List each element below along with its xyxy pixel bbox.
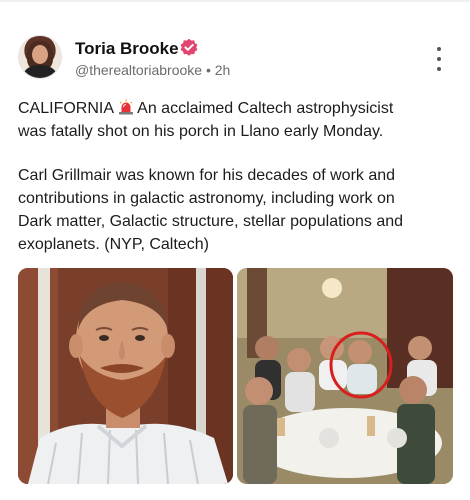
group-dinner-photo[interactable] bbox=[237, 268, 453, 484]
text-segment: An acclaimed Caltech astrophysicist bbox=[137, 100, 394, 117]
post-text-paragraph-1: CALIFORNIA An acclaimed Caltech astrophy… bbox=[18, 97, 458, 143]
portrait-photo[interactable] bbox=[18, 268, 233, 484]
author-name[interactable]: Toria Brooke bbox=[75, 39, 179, 59]
text-line: contributions in galactic astronomy, inc… bbox=[18, 190, 395, 207]
post-meta: @therealtoriabrooke • 2h bbox=[75, 62, 230, 78]
more-options-icon[interactable] bbox=[429, 47, 449, 71]
post-time: 2h bbox=[214, 62, 231, 78]
portrait-photo-graphic bbox=[18, 268, 233, 484]
location-label: CALIFORNIA bbox=[18, 100, 114, 117]
verified-badge-icon bbox=[180, 38, 198, 56]
divider bbox=[0, 0, 470, 2]
text-line: exoplanets. (NYP, Caltech) bbox=[18, 236, 209, 253]
post-card: Toria Brooke @therealtoriabrooke • 2h CA… bbox=[0, 0, 470, 500]
author-handle[interactable]: @therealtoriabrooke bbox=[75, 62, 202, 78]
group-dinner-photo-graphic bbox=[237, 268, 453, 484]
avatar[interactable] bbox=[19, 36, 61, 78]
text-line: CALIFORNIA An acclaimed Caltech astrophy… bbox=[18, 97, 458, 120]
text-line: Carl Grillmair was known for his decades… bbox=[18, 167, 396, 184]
siren-emoji-icon bbox=[118, 99, 133, 115]
text-line: was fatally shot on his porch in Llano e… bbox=[18, 123, 384, 140]
post-text-paragraph-2: Carl Grillmair was known for his decades… bbox=[18, 164, 458, 256]
meta-separator: • bbox=[205, 62, 211, 78]
text-line: Dark matter, Galactic structure, stellar… bbox=[18, 213, 404, 230]
